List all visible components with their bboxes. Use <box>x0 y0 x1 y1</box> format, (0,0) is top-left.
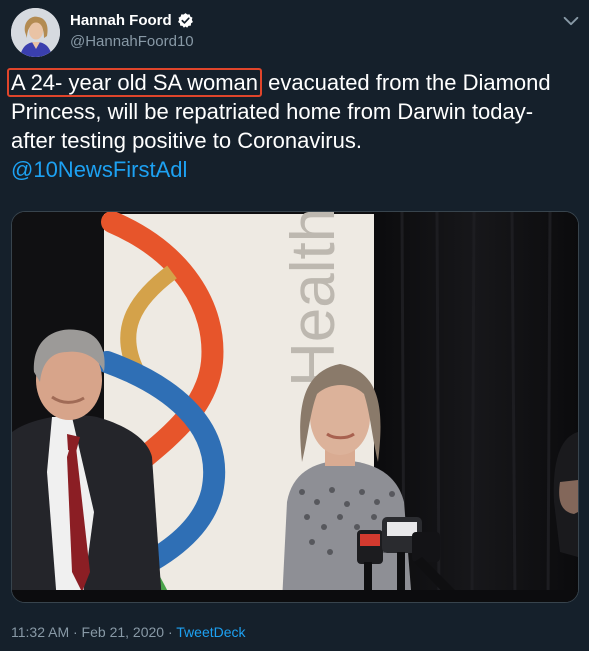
press-conference-photo: Health <box>12 212 578 602</box>
highlighted-phrase: A 24- year old SA woman <box>7 68 263 97</box>
source-link[interactable]: TweetDeck <box>176 624 245 640</box>
mention-link[interactable]: @10NewsFirstAdl <box>11 157 187 182</box>
author-name-row[interactable]: Hannah Foord <box>70 12 194 29</box>
chevron-down-icon[interactable] <box>560 10 582 32</box>
author-handle[interactable]: @HannahFoord10 <box>70 33 194 50</box>
author-name[interactable]: Hannah Foord <box>70 12 172 29</box>
tweet-photo[interactable]: Health <box>11 211 579 603</box>
tweet-meta: 11:32 AM · Feb 21, 2020 · TweetDeck <box>11 624 246 640</box>
avatar[interactable] <box>11 8 60 57</box>
banner-text: Health <box>279 212 348 387</box>
meta-separator: · <box>167 624 173 640</box>
timestamp[interactable]: 11:32 AM · Feb 21, 2020 <box>11 624 164 640</box>
verified-badge-icon <box>177 13 193 28</box>
tweet-text: A 24- year old SA woman evacuated from t… <box>7 68 577 184</box>
tweet-card: Hannah Foord @HannahFoord10 A 24- year o… <box>0 0 589 651</box>
